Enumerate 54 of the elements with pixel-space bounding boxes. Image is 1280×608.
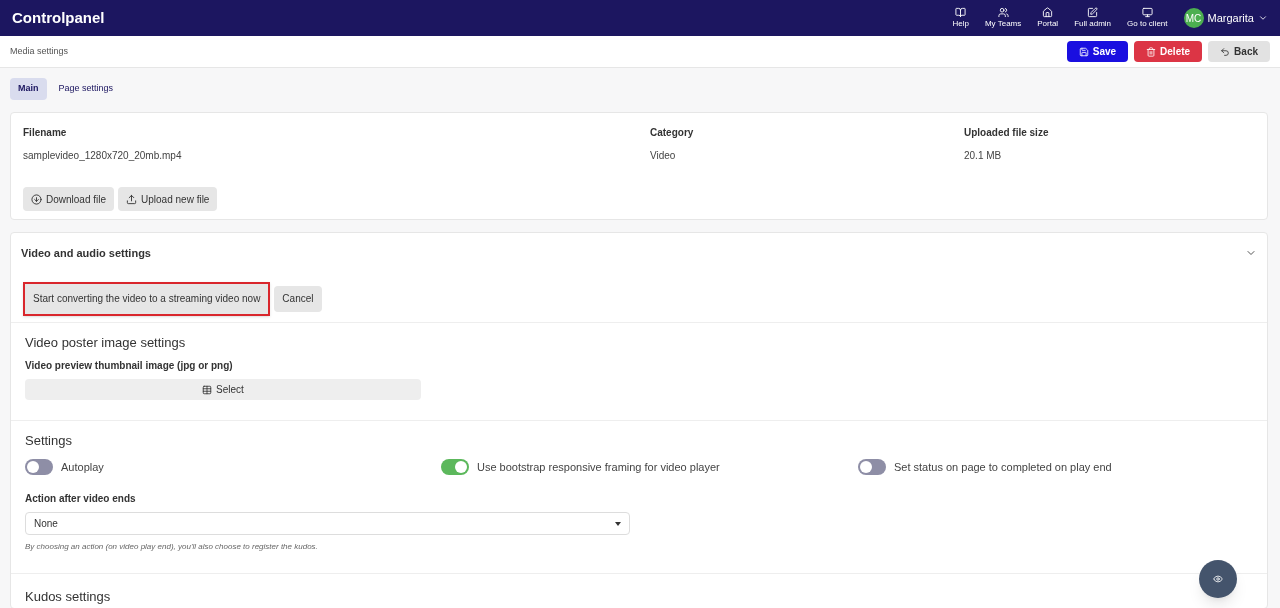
user-avatar: MC — [1183, 8, 1204, 28]
nav-link[interactable]: Full admin — [1074, 6, 1112, 30]
toggle-label: Use bootstrap responsive framing for video player — [477, 459, 720, 475]
caret-icon — [1258, 13, 1268, 23]
tab[interactable]: Main — [10, 78, 47, 100]
help-text: By choosing an action (on video play end), you'll also choose to register the kudos. — [25, 541, 319, 553]
section-title: Video and audio settings — [21, 246, 151, 261]
cancel-button[interactable]: Cancel — [274, 285, 322, 312]
toggle-switch[interactable] — [441, 458, 469, 475]
field-label: Filename — [23, 126, 68, 140]
nav-link[interactable]: Portal — [1037, 6, 1059, 30]
preview-fab[interactable] — [1199, 560, 1237, 598]
field-value: Video — [650, 149, 677, 163]
trash-icon — [1146, 46, 1157, 57]
field-value: samplevideo_1280x720_20mb.mp4 — [23, 149, 183, 163]
download-icon — [31, 193, 42, 205]
toggle-label: Autoplay — [61, 459, 104, 475]
user-menu[interactable]: MC Margarita — [1183, 8, 1268, 28]
caret-icon — [615, 521, 621, 526]
field-label: Action after video ends — [25, 492, 137, 506]
page-title: Media settings — [10, 44, 69, 58]
book-icon — [955, 6, 967, 18]
tab[interactable]: Page settings — [50, 78, 122, 100]
section-heading: Video poster image settings — [25, 333, 187, 352]
table-icon — [202, 384, 213, 395]
nav-link[interactable]: My Teams — [984, 6, 1022, 30]
delete-button[interactable]: Delete — [1134, 41, 1203, 62]
upload-icon — [126, 193, 138, 205]
file-button[interactable]: Download file — [23, 187, 115, 211]
section-heading: Settings — [25, 432, 73, 450]
field-label: Category — [650, 126, 695, 140]
field-label: Uploaded file size — [964, 126, 1050, 140]
nav-link[interactable]: Help — [952, 6, 969, 30]
toggle-label: Set status on page to completed on play end — [894, 459, 1112, 475]
toggle-switch[interactable] — [25, 458, 53, 475]
save-button[interactable]: Save — [1066, 41, 1129, 62]
save-icon — [1078, 46, 1089, 57]
select-button[interactable]: Select — [25, 379, 421, 400]
back-button[interactable]: Back — [1208, 41, 1270, 62]
section-heading: Kudos settings — [25, 589, 111, 604]
back-arrow-icon — [1220, 46, 1231, 57]
action-dropdown[interactable]: None — [25, 512, 630, 535]
people-icon — [997, 6, 1009, 18]
nav-link[interactable]: Go to client — [1127, 6, 1168, 30]
convert-button[interactable]: Start converting the video to a streaming video now — [23, 281, 271, 316]
app-title: Controlpanel — [12, 7, 105, 28]
house-icon — [1042, 6, 1054, 18]
monitor-icon — [1141, 6, 1153, 18]
eye-icon — [1213, 574, 1223, 584]
field-value: 20.1 MB — [964, 149, 1003, 163]
file-button[interactable]: Upload new file — [118, 187, 218, 211]
toggle-switch[interactable] — [858, 458, 886, 475]
edit-icon — [1087, 6, 1099, 18]
field-label: Video preview thumbnail image (jpg or png) — [25, 359, 234, 373]
